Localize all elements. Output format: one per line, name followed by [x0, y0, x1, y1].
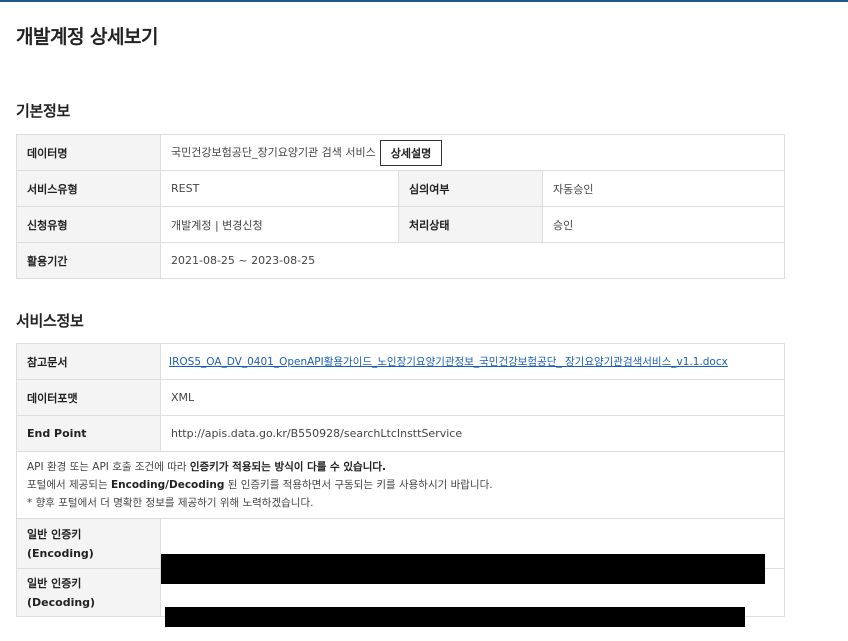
row-notice: API 환경 또는 API 호출 조건에 따라 인증키가 적용되는 방식이 다를… — [16, 451, 785, 519]
format-value: XML — [160, 379, 785, 416]
page-title: 개발계정 상세보기 — [16, 26, 158, 48]
service-type-label: 서비스유형 — [16, 170, 161, 207]
key-encoding-cell — [160, 518, 785, 584]
review-label: 심의여부 — [398, 170, 543, 207]
key-decoding-label: 일반 인증키 (Decoding) — [16, 568, 161, 617]
endpoint-value: http://apis.data.go.kr/B550928/searchLtc… — [160, 415, 785, 452]
row-service-type: 서비스유형 REST 심의여부 자동승인 — [16, 170, 785, 207]
data-name-cell: 국민건강보험공단_장기요양기관 검색 서비스 상세설명 — [160, 134, 785, 171]
top-accent-line — [0, 0, 848, 2]
data-name-label: 데이터명 — [16, 134, 161, 171]
service-info-table: 참고문서 IROS5_OA_DV_0401_OpenAPI활용가이드_노인장기요… — [16, 343, 785, 627]
format-label: 데이터포맷 — [16, 379, 161, 416]
section-title-basic: 기본정보 — [16, 102, 71, 120]
endpoint-label: End Point — [16, 415, 161, 452]
row-key-encoding: 일반 인증키 (Encoding) — [16, 518, 785, 584]
request-type-value: 개발계정 | 변경신청 — [160, 206, 399, 243]
row-format: 데이터포맷 XML — [16, 379, 785, 416]
key-encoding-label: 일반 인증키 (Encoding) — [16, 518, 161, 569]
section-title-service: 서비스정보 — [16, 312, 84, 330]
redacted-block — [165, 606, 745, 627]
status-label: 처리상태 — [398, 206, 543, 243]
period-value: 2021-08-25 ~ 2023-08-25 — [160, 242, 785, 279]
doc-cell: IROS5_OA_DV_0401_OpenAPI활용가이드_노인장기요양기관정보… — [160, 343, 785, 380]
doc-label: 참고문서 — [16, 343, 161, 380]
notice-line-2: 포털에서 제공되는 Encoding/Decoding 된 인증키를 적용하면서… — [27, 479, 493, 491]
notice-line-1: API 환경 또는 API 호출 조건에 따라 인증키가 적용되는 방식이 다를… — [27, 461, 387, 473]
data-name-value: 국민건강보험공단_장기요양기관 검색 서비스 — [171, 145, 376, 159]
period-label: 활용기간 — [16, 242, 161, 279]
row-request-type: 신청유형 개발계정 | 변경신청 처리상태 승인 — [16, 206, 785, 243]
row-endpoint: End Point http://apis.data.go.kr/B550928… — [16, 415, 785, 452]
status-value: 승인 — [542, 206, 785, 243]
review-value: 자동승인 — [542, 170, 785, 207]
detail-description-button[interactable]: 상세설명 — [379, 139, 443, 166]
auth-key-notice: API 환경 또는 API 호출 조건에 따라 인증키가 적용되는 방식이 다를… — [16, 451, 785, 519]
notice-line-3: * 향후 포털에서 더 명확한 정보를 제공하기 위해 노력하겠습니다. — [27, 497, 314, 509]
row-period: 활용기간 2021-08-25 ~ 2023-08-25 — [16, 242, 785, 279]
row-doc: 참고문서 IROS5_OA_DV_0401_OpenAPI활용가이드_노인장기요… — [16, 343, 785, 380]
redacted-block — [161, 553, 765, 584]
reference-doc-link[interactable]: IROS5_OA_DV_0401_OpenAPI활용가이드_노인장기요양기관정보… — [169, 356, 728, 368]
service-type-value: REST — [160, 170, 399, 207]
basic-info-table: 데이터명 국민건강보험공단_장기요양기관 검색 서비스 상세설명 서비스유형 RE… — [16, 134, 785, 279]
row-data-name: 데이터명 국민건강보험공단_장기요양기관 검색 서비스 상세설명 — [16, 134, 785, 171]
request-type-label: 신청유형 — [16, 206, 161, 243]
